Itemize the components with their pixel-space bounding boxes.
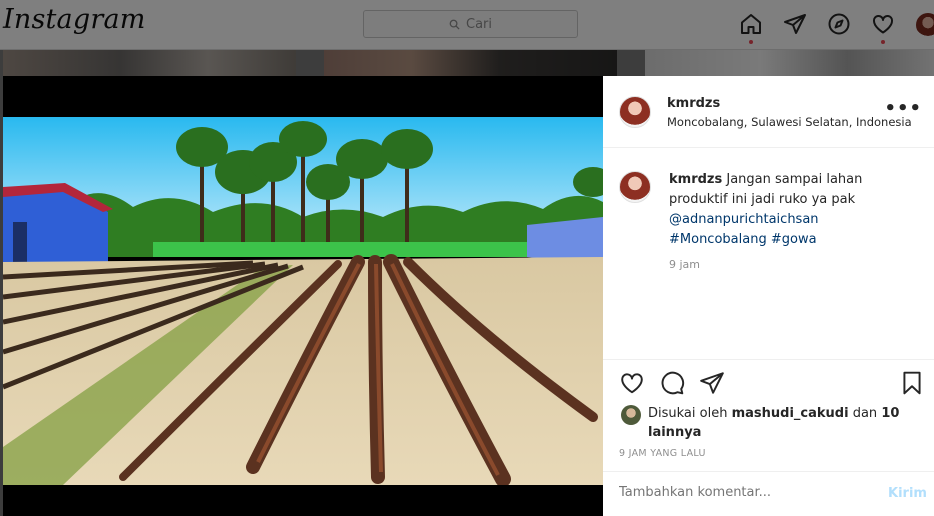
more-options-icon[interactable]: •••	[884, 98, 922, 119]
post-location[interactable]: Moncobalang, Sulawesi Selatan, Indonesia	[667, 115, 912, 129]
caption-time: 9 jam	[669, 258, 701, 271]
caption-hashtag[interactable]: #Moncobalang	[669, 232, 767, 247]
likes-summary: Disukai oleh mashudi_cakudi dan 10 lainn…	[648, 404, 918, 442]
post-timestamp[interactable]: 9 JAM YANG LALU	[619, 448, 706, 459]
post-modal: kmrdzs Moncobalang, Sulawesi Selatan, In…	[3, 76, 934, 516]
caption-mention[interactable]: @adnanpurichtaichsan	[669, 212, 819, 227]
liker-username[interactable]: mashudi_cakudi	[732, 406, 849, 421]
post-photo-pane	[3, 76, 603, 516]
caption-avatar[interactable]	[619, 171, 651, 203]
post-sidebar: kmrdzs Moncobalang, Sulawesi Selatan, In…	[603, 76, 934, 516]
likes-joiner: dan	[852, 406, 878, 421]
post-comment-button[interactable]: Kirim	[888, 486, 927, 501]
post-actions: Disukai oleh mashudi_cakudi dan 10 lainn…	[603, 359, 934, 472]
post-header: kmrdzs Moncobalang, Sulawesi Selatan, In…	[603, 76, 934, 148]
author-username[interactable]: kmrdzs	[667, 96, 720, 111]
comment-bubble-icon[interactable]	[659, 370, 685, 396]
share-send-icon[interactable]	[699, 370, 725, 396]
like-heart-icon[interactable]	[619, 370, 645, 396]
likes-prefix: Disukai oleh	[648, 406, 728, 421]
liker-avatar[interactable]	[621, 405, 641, 425]
comment-bar: Kirim	[603, 471, 934, 516]
post-photo[interactable]	[3, 117, 603, 485]
caption: kmrdzs Jangan sampai lahan produktif ini…	[669, 170, 919, 250]
author-avatar[interactable]	[619, 96, 651, 128]
caption-username[interactable]: kmrdzs	[669, 172, 722, 187]
caption-hashtag[interactable]: #gowa	[771, 232, 817, 247]
save-bookmark-icon[interactable]	[899, 370, 925, 396]
comment-input[interactable]	[619, 485, 859, 500]
